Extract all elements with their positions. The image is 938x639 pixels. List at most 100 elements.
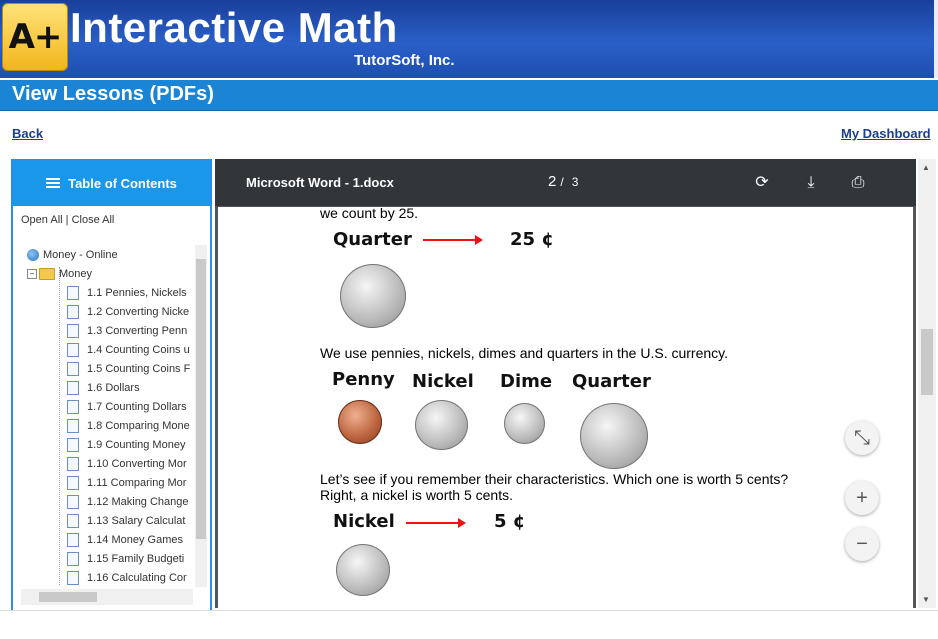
toc-item[interactable]: 1.9 Counting Money <box>67 435 185 454</box>
toc-item[interactable]: 1.16 Calculating Cor <box>67 568 187 585</box>
zoom-out-button[interactable]: − <box>845 527 879 561</box>
toc-vertical-scrollbar[interactable] <box>195 245 207 587</box>
toc-item[interactable]: 1.3 Converting Penn <box>67 321 187 340</box>
pdf-question-line1: Let’s see if you remember their characte… <box>320 471 789 487</box>
coin-name-quarter: Quarter <box>572 371 651 392</box>
page-separator: / <box>560 175 564 189</box>
page-title: View Lessons (PDFs) <box>12 83 214 105</box>
pdf-viewer: Microsoft Word - 1.docx 2 / 3 ⟳ ⤓ ⎙ we cou… <box>215 159 916 608</box>
pdf-toolbar: Microsoft Word - 1.docx 2 / 3 ⟳ ⤓ ⎙ <box>215 159 916 206</box>
nickel-coin-image <box>415 400 468 450</box>
toc-item-label: 1.10 Converting Mor <box>87 457 187 470</box>
penny-coin-image <box>338 400 382 444</box>
page-icon <box>67 418 79 433</box>
pdf-file-name: Microsoft Word - 1.docx <box>246 175 394 190</box>
download-icon[interactable]: ⤓ <box>801 173 821 193</box>
toc-item[interactable]: 1.7 Counting Dollars <box>67 397 187 416</box>
open-all-link[interactable]: Open All <box>21 214 63 226</box>
toc-item[interactable]: 1.14 Money Games <box>67 530 183 549</box>
nickel-coin-image-2 <box>336 544 390 596</box>
page-icon <box>67 380 79 395</box>
tree-folder-money[interactable]: − Money <box>27 264 92 283</box>
dime-coin-image <box>504 403 545 444</box>
toc-vscroll-thumb[interactable] <box>196 259 206 539</box>
toc-item[interactable]: 1.10 Converting Mor <box>67 454 187 473</box>
pdf-currency-text: We use pennies, nickels, dimes and quart… <box>320 345 729 361</box>
toc-separator: | <box>65 214 69 226</box>
toc-item-label: 1.16 Calculating Cor <box>87 571 187 584</box>
toc-item[interactable]: 1.15 Family Budgeti <box>67 549 184 568</box>
page-icon <box>67 437 79 452</box>
page-icon <box>67 551 79 566</box>
coin-name-dime: Dime <box>500 371 553 392</box>
page-icon <box>67 456 79 471</box>
back-link[interactable]: Back <box>12 126 43 141</box>
pdf-question-line2: Right, a nickel is worth 5 cents. <box>320 487 513 503</box>
app-logo: A+ <box>2 3 68 71</box>
print-icon[interactable]: ⎙ <box>848 173 868 193</box>
toc-item-label: 1.14 Money Games <box>87 533 183 546</box>
app-subtitle: TutorSoft, Inc. <box>354 52 455 69</box>
table-of-contents-panel: Table of Contents Open All | Close All M… <box>11 159 212 612</box>
scroll-down-icon[interactable]: ▼ <box>922 595 930 604</box>
toc-header: Table of Contents <box>13 161 210 206</box>
toc-item-label: 1.7 Counting Dollars <box>87 400 187 413</box>
close-all-link[interactable]: Close All <box>72 214 115 226</box>
toc-item-label: 1.15 Family Budgeti <box>87 552 185 565</box>
arrow-icon <box>406 518 466 528</box>
tree-folder-label: Money <box>59 267 93 280</box>
toc-horizontal-scrollbar[interactable] <box>21 589 193 605</box>
toc-item[interactable]: 1.4 Counting Coins u <box>67 340 190 359</box>
app-banner: A+ Interactive Math TutorSoft, Inc. <box>0 0 938 78</box>
pdf-text-top: we count by 25. <box>320 207 419 221</box>
quarter-label: Quarter <box>333 229 412 250</box>
page-icon <box>67 494 79 509</box>
page-title-bar: View Lessons (PDFs) <box>0 80 938 111</box>
list-icon <box>46 177 61 190</box>
folder-icon <box>39 267 55 280</box>
toc-item-label: 1.5 Counting Coins F <box>87 362 191 375</box>
page-icon <box>67 532 79 547</box>
page-icon <box>67 570 79 585</box>
toc-item[interactable]: 1.6 Dollars <box>67 378 140 397</box>
toc-item[interactable]: 1.2 Converting Nicke <box>67 302 189 321</box>
nickel-value: 5 ¢ <box>494 511 526 532</box>
coin-name-nickel: Nickel <box>412 371 474 392</box>
tree-root[interactable]: Money - Online <box>27 245 118 264</box>
page-icon <box>67 304 79 319</box>
rotate-icon[interactable]: ⟳ <box>752 173 772 193</box>
toc-item-label: 1.6 Dollars <box>87 381 140 394</box>
toc-item[interactable]: 1.13 Salary Calculat <box>67 511 185 530</box>
pdf-page-indicator: 2 / 3 <box>548 173 582 190</box>
toc-hscroll-thumb[interactable] <box>39 592 97 602</box>
toc-item-label: 1.9 Counting Money <box>87 438 186 451</box>
scroll-up-icon[interactable]: ▲ <box>922 163 930 172</box>
fit-page-button[interactable]: ⤡ <box>845 421 879 455</box>
collapse-icon[interactable]: − <box>27 268 37 279</box>
toc-item-label: 1.12 Making Change <box>87 495 189 508</box>
toc-item-label: 1.4 Counting Coins u <box>87 343 190 356</box>
tree-root-label: Money - Online <box>43 248 118 261</box>
page-footer-area <box>0 610 938 639</box>
toc-item[interactable]: 1.1 Pennies, Nickels <box>67 283 187 302</box>
page-icon <box>67 342 79 357</box>
toc-item-label: 1.3 Converting Penn <box>87 324 188 337</box>
nickel-label: Nickel <box>333 511 395 532</box>
toc-item[interactable]: 1.5 Counting Coins F <box>67 359 190 378</box>
toc-item[interactable]: 1.11 Comparing Mor <box>67 473 186 492</box>
toc-item-label: 1.11 Comparing Mor <box>87 476 187 489</box>
page-scroll-thumb[interactable] <box>921 329 933 395</box>
toc-item-label: 1.2 Converting Nicke <box>87 305 190 318</box>
pdf-page: we count by 25. Quarter 25 ¢ We use penn… <box>218 207 913 608</box>
toc-item[interactable]: 1.12 Making Change <box>67 492 189 511</box>
page-icon <box>67 285 79 300</box>
quarter-coin-image-2 <box>580 403 648 469</box>
toc-item-label: 1.1 Pennies, Nickels <box>87 286 187 299</box>
current-page[interactable]: 2 <box>548 173 556 190</box>
toc-item-label: 1.13 Salary Calculat <box>87 514 186 527</box>
toc-item[interactable]: 1.8 Comparing Mone <box>67 416 190 435</box>
dashboard-link[interactable]: My Dashboard <box>841 126 931 141</box>
zoom-in-button[interactable]: + <box>845 481 879 515</box>
page-vertical-scrollbar[interactable]: ▲ ▼ <box>918 159 936 608</box>
page-icon <box>67 361 79 376</box>
